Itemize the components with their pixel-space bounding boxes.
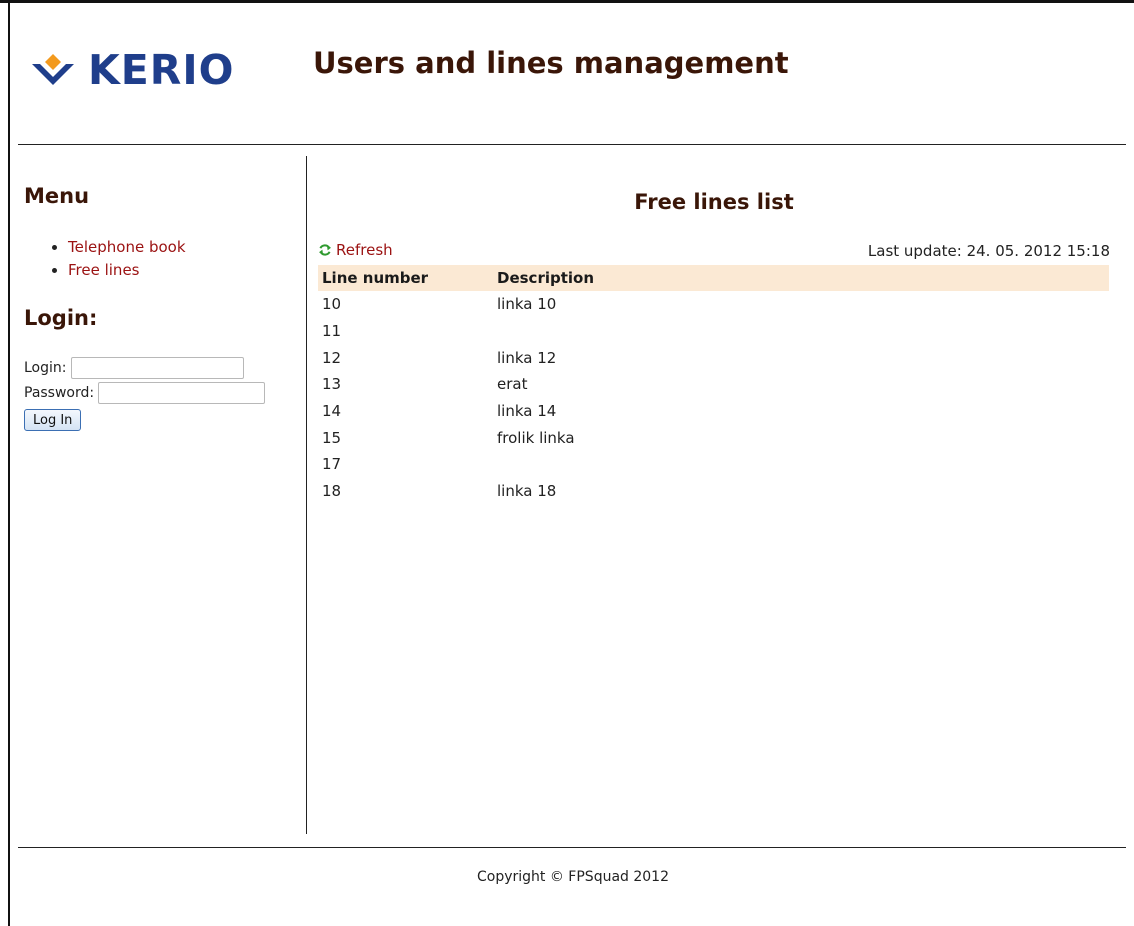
login-label: Login: [24,360,67,376]
table-row: 12 linka 12 [318,344,1109,371]
table-row: 13 erat [318,371,1109,398]
kerio-logo-icon [32,54,74,85]
free-lines-table: Line number Description 10 linka 10 11 1… [318,265,1109,505]
sidebar-divider [306,156,307,834]
login-row: Login: [24,357,244,379]
password-input[interactable] [98,382,266,404]
login-input[interactable] [70,357,244,379]
header-divider [18,144,1126,145]
table-row: 18 linka 18 [318,478,1109,505]
description-cell: linka 18 [497,482,557,501]
footer-divider [18,847,1126,848]
line-number-cell: 17 [322,455,342,474]
menu-list: Telephone book Free lines [50,236,186,282]
line-number-cell: 13 [322,375,342,394]
refresh-label: Refresh [336,241,393,259]
logo-text: KERIO [88,46,235,94]
menu-item-free-lines: Free lines [68,259,186,282]
line-number-cell: 15 [322,428,342,447]
description-cell: erat [497,375,528,394]
copyright-text: Copyright © FPSquad 2012 [477,869,669,885]
line-number-cell: 18 [322,482,342,501]
description-cell [493,318,1109,345]
password-row: Password: [24,382,266,404]
menu-heading: Menu [24,184,90,208]
column-header-description: Description [493,265,1109,291]
last-update-text: Last update: 24. 05. 2012 15:18 [867,242,1110,260]
password-label: Password: [24,385,95,401]
line-number-cell: 10 [322,295,342,314]
description-cell: frolik linka [497,428,575,447]
menu-link-telephone-book[interactable]: Telephone book [68,238,186,256]
table-header-row: Line number Description [318,265,1109,291]
column-header-line-number: Line number [318,265,493,291]
description-cell [493,451,1109,478]
table-row: 15 frolik linka [318,424,1109,451]
table-row: 10 linka 10 [318,291,1109,318]
login-heading: Login: [24,306,98,330]
description-cell: linka 14 [497,402,557,421]
line-number-cell: 11 [322,322,342,341]
window-top-border [0,0,1134,3]
table-row: 17 [318,451,1109,478]
line-number-cell: 12 [322,348,342,367]
page-title: Users and lines management [313,46,789,80]
refresh-icon [319,244,331,256]
table-row: 14 linka 14 [318,398,1109,425]
description-cell: linka 12 [497,348,557,367]
menu-link-free-lines[interactable]: Free lines [68,261,139,279]
table-row: 11 [318,318,1109,345]
refresh-link[interactable]: Refresh [318,241,393,259]
window-left-border [8,0,10,926]
content-title: Free lines list [634,190,794,214]
description-cell: linka 10 [497,295,557,314]
menu-item-telephone-book: Telephone book [68,236,186,259]
log-in-button[interactable]: Log In [24,409,82,431]
line-number-cell: 14 [322,402,342,421]
kerio-logo: KERIO [30,48,234,92]
